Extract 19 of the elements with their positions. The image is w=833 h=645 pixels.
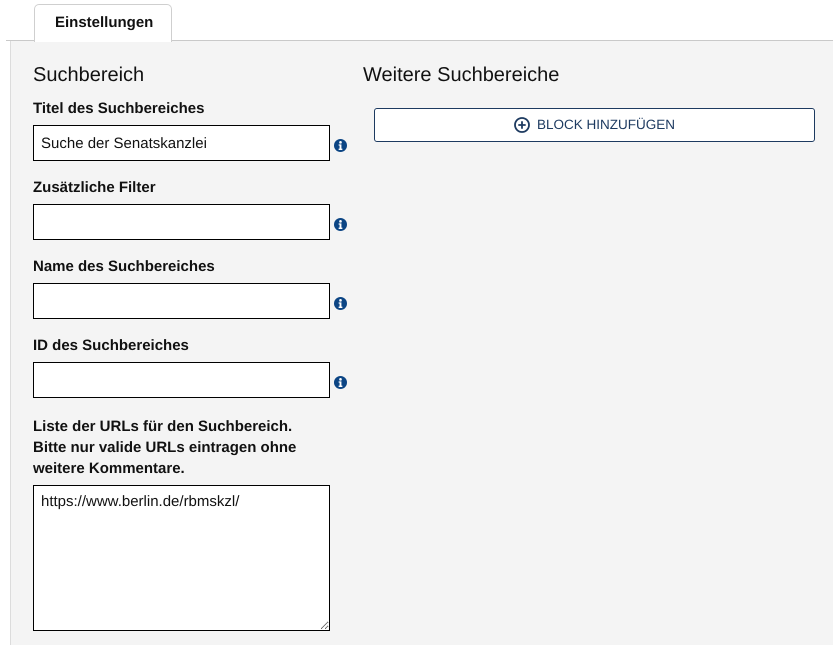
field-label: Name des Suchbereiches — [33, 257, 216, 277]
add-block-button[interactable]: BLOCK HINZUFÜGEN — [374, 108, 815, 142]
field-label: Liste der URLs für den Suchbereich. Bitte nur valide URLs eintragen ohne weitere Kommentare. — [33, 417, 298, 479]
url-textarea[interactable]: https://www.berlin.de/rbmskzl/ — [33, 485, 330, 631]
field-label: Titel des Suchbereiches — [33, 99, 206, 119]
text-input[interactable] — [33, 362, 330, 398]
info-icon[interactable] — [334, 376, 347, 388]
info-icon[interactable] — [334, 296, 347, 310]
settings-tab[interactable]: Einstellungen — [34, 4, 172, 42]
plus-circle-icon — [514, 117, 530, 133]
text-input[interactable] — [33, 204, 330, 240]
field-label: Zusätzliche Filter — [33, 178, 157, 198]
field-label: ID des Suchbereiches — [33, 336, 190, 356]
info-icon[interactable] — [334, 218, 347, 230]
section-heading: Suchbereich — [33, 63, 146, 87]
text-input[interactable] — [33, 283, 330, 319]
info-icon[interactable] — [334, 138, 347, 152]
text-input[interactable]: Suche der Senatskanzlei — [33, 125, 330, 161]
section-heading: Weitere Suchbereiche — [363, 63, 560, 87]
